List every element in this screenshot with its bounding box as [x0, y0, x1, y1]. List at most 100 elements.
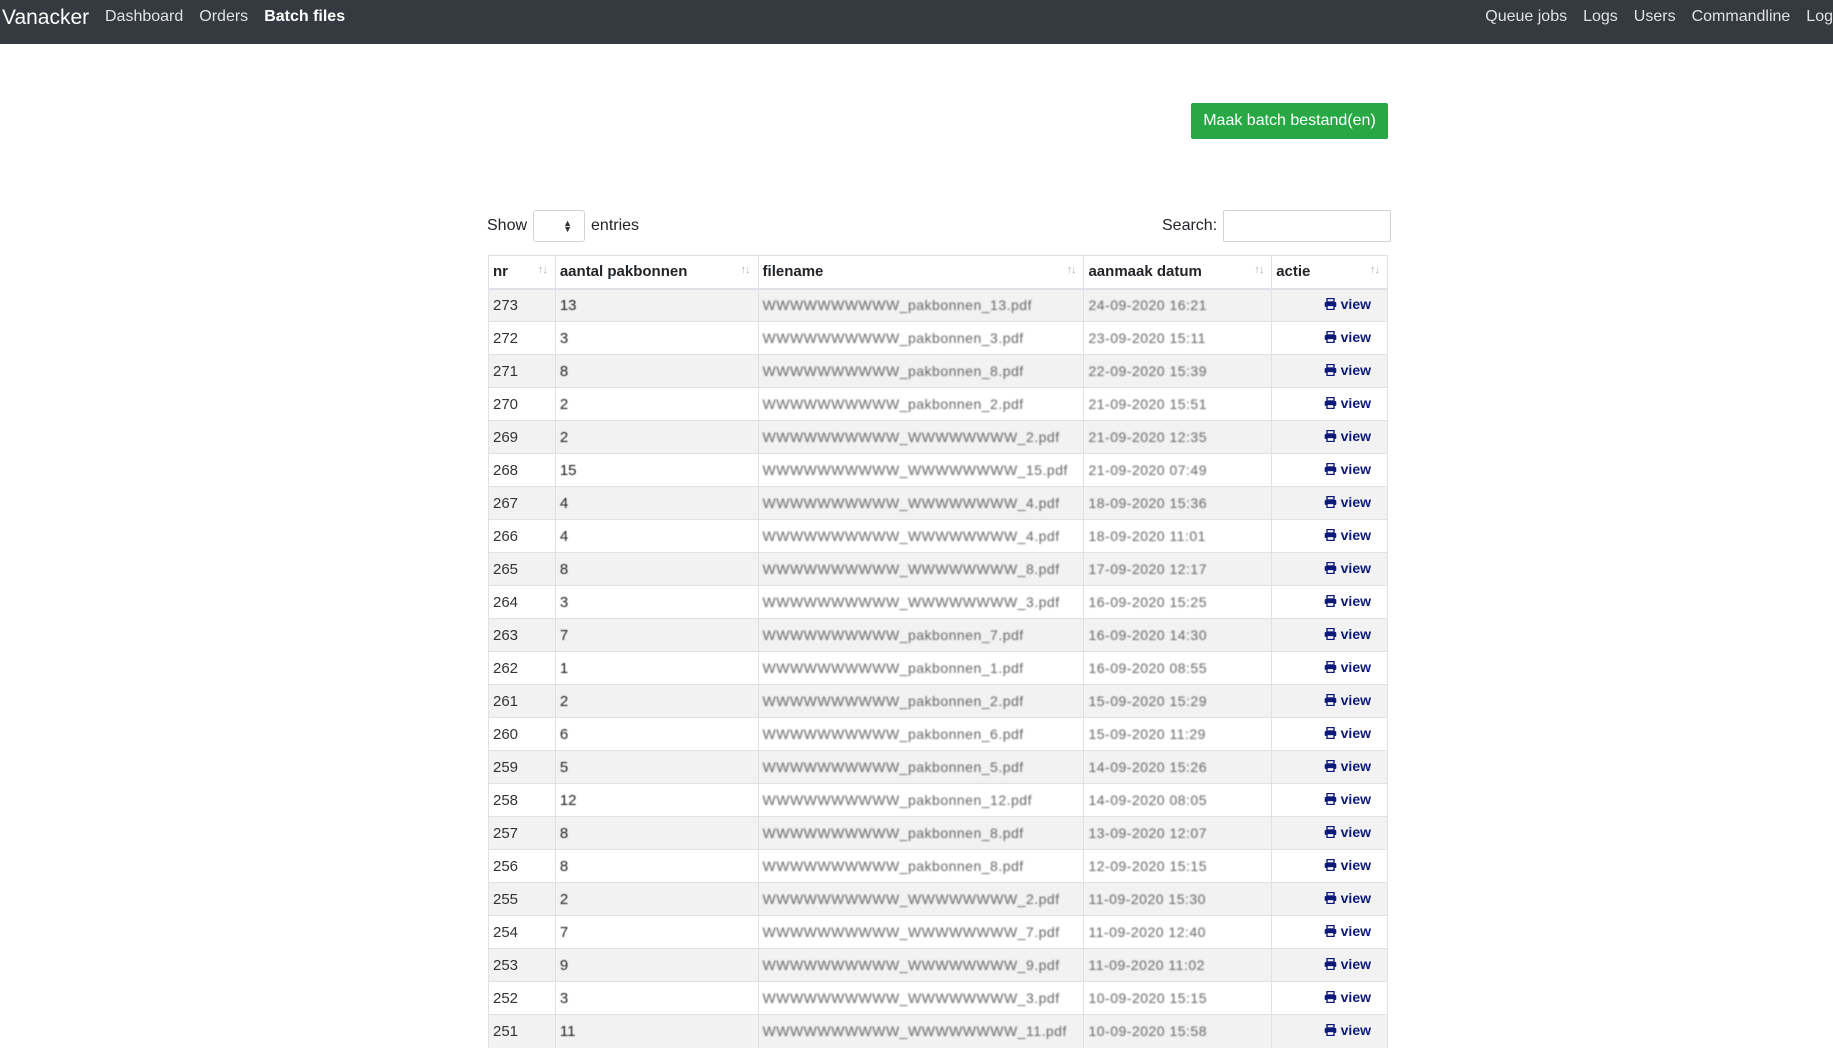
cell-nr: 254: [488, 915, 556, 949]
cell-filename: WWWWWWWWWW_pakbonnen_6.pdf: [757, 717, 1084, 751]
cell-action: view: [1271, 948, 1388, 982]
printer-icon: [1324, 925, 1337, 937]
header-actie[interactable]: actie ↑↓: [1271, 255, 1388, 290]
cell-filename: WWWWWWWWWW_pakbonnen_5.pdf: [757, 750, 1084, 784]
cell-date: 22-09-2020 15:39: [1083, 354, 1272, 388]
view-link[interactable]: view: [1324, 560, 1371, 576]
view-link[interactable]: view: [1324, 725, 1371, 741]
cell-count: 8: [554, 552, 759, 586]
cell-filename: WWWWWWWWWW_WWWWWWWW_4.pdf: [757, 519, 1084, 553]
cell-action: view: [1271, 651, 1388, 685]
cell-count: 8: [554, 354, 759, 388]
view-link[interactable]: view: [1324, 494, 1371, 510]
table-row: 262 1 WWWWWWWWWW_pakbonnen_1.pdf 16-09-2020…: [488, 651, 1388, 685]
cell-filename: WWWWWWWWWW_pakbonnen_8.pdf: [757, 849, 1084, 883]
sort-icon: ↑↓: [1066, 264, 1076, 276]
cell-action: view: [1271, 849, 1388, 883]
cell-filename: WWWWWWWWWW_WWWWWWWW_2.pdf: [757, 882, 1084, 916]
view-link[interactable]: view: [1324, 626, 1371, 642]
cell-date: 18-09-2020 11:01: [1083, 519, 1272, 553]
view-link[interactable]: view: [1324, 296, 1371, 312]
printer-icon: [1324, 331, 1337, 343]
cell-date: 11-09-2020 15:30: [1083, 882, 1272, 916]
make-batch-button[interactable]: Maak batch bestand(en): [1191, 103, 1388, 139]
cell-filename: WWWWWWWWWW_WWWWWWWW_2.pdf: [757, 420, 1084, 454]
cell-date: 15-09-2020 11:29: [1083, 717, 1272, 751]
view-link[interactable]: view: [1324, 362, 1371, 378]
cell-action: view: [1271, 717, 1388, 751]
header-nr[interactable]: nr ↑↓: [488, 255, 556, 290]
nav-item-log[interactable]: Log: [1798, 7, 1833, 27]
view-link[interactable]: view: [1324, 593, 1371, 609]
table-row: 251 11 WWWWWWWWWW_WWWWWWWW_11.pdf 10-09-202…: [488, 1014, 1388, 1048]
cell-action: view: [1271, 585, 1388, 619]
printer-icon: [1324, 1024, 1337, 1037]
cell-count: 9: [554, 948, 759, 982]
printer-icon: [1324, 430, 1337, 442]
cell-date: 16-09-2020 08:55: [1083, 651, 1272, 685]
sort-icon: ↑↓: [1370, 264, 1380, 276]
cell-action: view: [1271, 519, 1388, 553]
header-filename[interactable]: filename ↑↓: [757, 255, 1084, 290]
view-link[interactable]: view: [1324, 989, 1371, 1005]
view-link[interactable]: view: [1324, 692, 1371, 708]
view-link[interactable]: view: [1324, 395, 1371, 411]
sort-icon: ↑↓: [740, 264, 751, 276]
view-link[interactable]: view: [1324, 758, 1371, 774]
nav-item-users[interactable]: Users: [1626, 7, 1684, 27]
cell-nr: 270: [488, 387, 556, 421]
cell-count: 15: [554, 453, 759, 487]
header-aantal-pakbonnen[interactable]: aantal pakbonnen ↑↓: [554, 255, 759, 290]
nav-item-orders[interactable]: Orders: [191, 7, 256, 27]
printer-icon: [1324, 694, 1337, 706]
cell-nr: 266: [488, 519, 556, 553]
printer-icon: [1324, 991, 1337, 1003]
table-row: 263 7 WWWWWWWWWW_pakbonnen_7.pdf 16-09-2020…: [488, 618, 1388, 652]
view-link[interactable]: view: [1324, 659, 1371, 675]
view-link[interactable]: view: [1324, 890, 1371, 906]
cell-date: 24-09-2020 16:21: [1083, 288, 1272, 322]
cell-filename: WWWWWWWWWW_WWWWWWWW_3.pdf: [757, 981, 1084, 1015]
cell-nr: 273: [488, 288, 556, 322]
nav-item-dashboard[interactable]: Dashboard: [105, 7, 191, 27]
cell-filename: WWWWWWWWWW_pakbonnen_2.pdf: [757, 684, 1084, 718]
brand-logo[interactable]: Vanacker: [2, 5, 89, 31]
cell-count: 2: [554, 684, 759, 718]
cell-count: 4: [554, 486, 759, 520]
nav-item-batch-files[interactable]: Batch files: [256, 7, 353, 27]
nav-item-logs[interactable]: Logs: [1575, 7, 1626, 27]
nav-item-commandline[interactable]: Commandline: [1684, 7, 1799, 27]
cell-count: 1: [554, 651, 759, 685]
table-row: 267 4 WWWWWWWWWW_WWWWWWWW_4.pdf 18-09-2020 …: [488, 486, 1388, 520]
cell-date: 10-09-2020 15:15: [1083, 981, 1272, 1015]
cell-filename: WWWWWWWWWW_pakbonnen_8.pdf: [757, 354, 1084, 388]
cell-count: 6: [554, 717, 759, 751]
nav-item-queue-jobs[interactable]: Queue jobs: [1477, 7, 1575, 27]
view-link[interactable]: view: [1324, 923, 1371, 939]
search-input[interactable]: [1223, 210, 1392, 242]
cell-filename: WWWWWWWWWW_pakbonnen_1.pdf: [757, 651, 1084, 685]
cell-nr: 264: [488, 585, 556, 619]
cell-date: 21-09-2020 12:35: [1083, 420, 1272, 454]
view-link[interactable]: view: [1324, 428, 1371, 444]
cell-action: view: [1271, 915, 1388, 949]
view-link[interactable]: view: [1324, 956, 1371, 972]
view-link[interactable]: view: [1324, 857, 1371, 873]
table-row: 259 5 WWWWWWWWWW_pakbonnen_5.pdf 14-09-2020…: [488, 750, 1388, 784]
printer-icon: [1324, 760, 1337, 772]
view-link[interactable]: view: [1324, 791, 1371, 807]
cell-action: view: [1271, 321, 1388, 355]
table-row: 255 2 WWWWWWWWWW_WWWWWWWW_2.pdf 11-09-2020 …: [488, 882, 1388, 916]
table-row: 270 2 WWWWWWWWWW_pakbonnen_2.pdf 21-09-2020…: [488, 387, 1388, 421]
printer-icon: [1324, 364, 1337, 376]
cell-filename: WWWWWWWWWW_pakbonnen_7.pdf: [757, 618, 1084, 652]
view-link[interactable]: view: [1324, 461, 1371, 477]
header-aanmaak-datum[interactable]: aanmaak datum ↑↓: [1083, 255, 1272, 290]
entries-select[interactable]: ▲ ▼: [533, 210, 586, 242]
cell-date: 18-09-2020 15:36: [1083, 486, 1272, 520]
view-link[interactable]: view: [1324, 527, 1371, 543]
view-link[interactable]: view: [1324, 1022, 1371, 1038]
view-link[interactable]: view: [1324, 329, 1371, 345]
view-link[interactable]: view: [1324, 824, 1371, 840]
cell-filename: WWWWWWWWWW_pakbonnen_2.pdf: [757, 387, 1084, 421]
